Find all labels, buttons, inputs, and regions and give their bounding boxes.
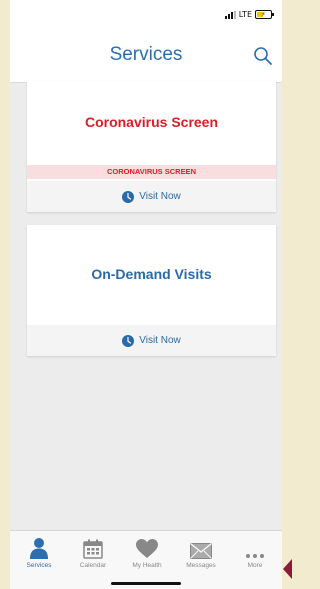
battery-icon: ⚡ bbox=[255, 10, 274, 19]
card-title: Coronavirus Screen bbox=[84, 114, 219, 130]
tab-more[interactable]: More bbox=[228, 537, 282, 569]
tab-label: Messages bbox=[186, 562, 216, 569]
page-title: Services bbox=[109, 44, 183, 65]
clock-icon bbox=[122, 190, 135, 203]
home-indicator bbox=[111, 582, 181, 585]
card-title: On-Demand Visits bbox=[91, 266, 212, 282]
app-screen: LTE ⚡ Services Coronavirus Screen CORONA… bbox=[10, 0, 282, 589]
signal-icon bbox=[224, 10, 236, 19]
status-bar: LTE ⚡ bbox=[10, 0, 282, 30]
status-banner: CORONAVIRUS SCREEN bbox=[27, 165, 276, 179]
tab-messages[interactable]: Messages bbox=[174, 537, 228, 569]
header: Services bbox=[10, 30, 282, 83]
envelope-icon bbox=[190, 543, 212, 559]
tab-label: My Health bbox=[132, 562, 162, 569]
network-label: LTE bbox=[238, 10, 252, 19]
tab-label: More bbox=[247, 562, 263, 569]
visit-now-button[interactable]: Visit Now bbox=[27, 181, 276, 212]
visit-now-label: Visit Now bbox=[139, 335, 181, 346]
search-icon[interactable] bbox=[253, 46, 273, 66]
tab-label: Services bbox=[26, 562, 52, 569]
visit-now-button[interactable]: Visit Now bbox=[27, 325, 276, 356]
more-dots-icon bbox=[246, 554, 264, 558]
tab-label: Calendar bbox=[79, 562, 107, 569]
service-card-on-demand[interactable]: On-Demand Visits Visit Now bbox=[27, 225, 276, 356]
clock-icon bbox=[122, 334, 135, 347]
tab-calendar[interactable]: Calendar bbox=[66, 537, 120, 569]
tab-services[interactable]: Services bbox=[12, 537, 66, 569]
service-card-coronavirus[interactable]: Coronavirus Screen CORONAVIRUS SCREEN Vi… bbox=[27, 81, 276, 212]
pointer-arrow-icon bbox=[283, 559, 292, 579]
tab-bar: Services Calendar My Health Messages Mor… bbox=[10, 530, 282, 589]
status-indicators: LTE ⚡ bbox=[224, 10, 274, 19]
visit-now-label: Visit Now bbox=[139, 191, 181, 202]
person-icon bbox=[30, 538, 48, 559]
tab-my-health[interactable]: My Health bbox=[120, 537, 174, 569]
calendar-icon bbox=[83, 539, 103, 559]
heart-icon bbox=[136, 539, 158, 558]
